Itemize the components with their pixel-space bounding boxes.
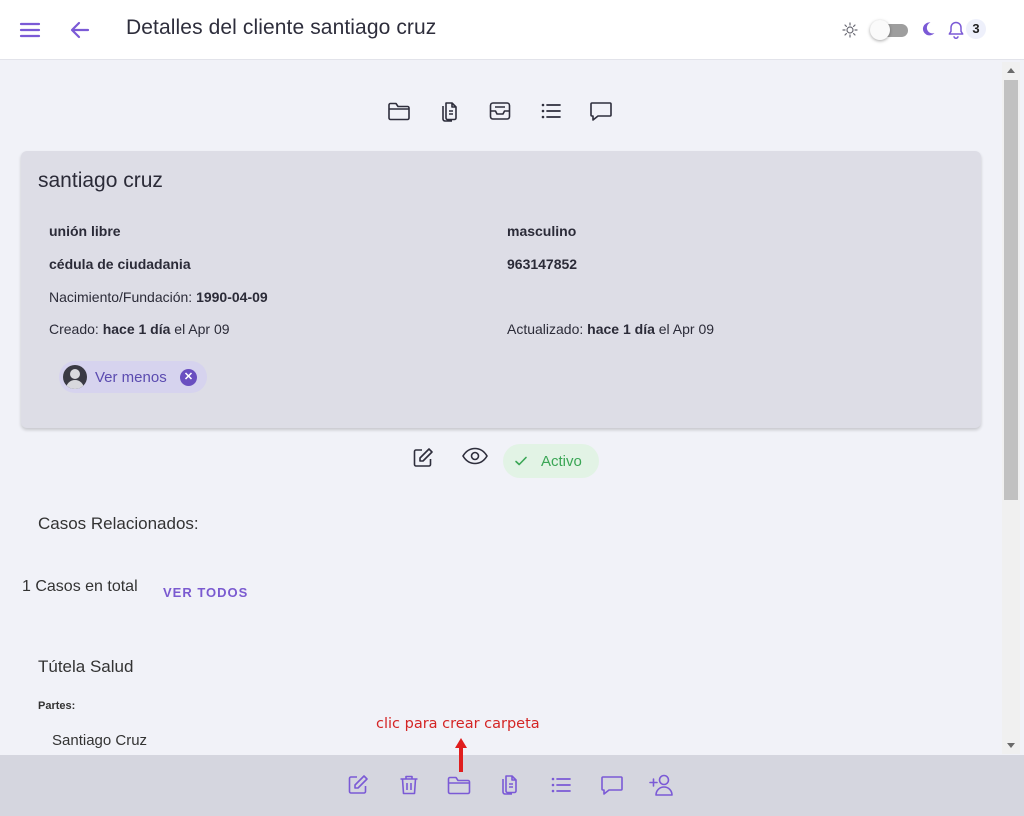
comment-icon[interactable] bbox=[600, 773, 624, 797]
scroll-down-arrow-icon[interactable] bbox=[1007, 743, 1015, 748]
list-icon[interactable] bbox=[538, 98, 564, 124]
sun-icon bbox=[842, 22, 858, 38]
documents-icon[interactable] bbox=[437, 98, 463, 124]
bottom-action-bar bbox=[0, 755, 1024, 816]
notifications-button[interactable]: 3 bbox=[944, 16, 988, 44]
birth-label: Nacimiento/Fundación: bbox=[49, 289, 193, 305]
annotation-text: clic para crear carpeta bbox=[376, 716, 540, 732]
annotation-arrow-icon bbox=[452, 736, 470, 774]
top-app-bar: Detalles del cliente santiago cruz 3 bbox=[0, 0, 1024, 60]
created-date: el Apr 09 bbox=[174, 321, 230, 337]
check-icon bbox=[514, 454, 528, 468]
dark-mode-toggle[interactable] bbox=[870, 20, 910, 40]
updated-row: Actualizado: hace 1 día el Apr 09 bbox=[507, 321, 714, 337]
client-details-card: santiago cruz unión libre masculino cédu… bbox=[21, 151, 981, 428]
close-icon[interactable]: ✕ bbox=[180, 369, 197, 386]
comment-icon[interactable] bbox=[588, 98, 614, 124]
ver-menos-chip[interactable]: Ver menos ✕ bbox=[59, 361, 207, 393]
birth-date-row: Nacimiento/Fundación: 1990-04-09 bbox=[49, 289, 268, 305]
folder-icon[interactable] bbox=[386, 98, 412, 124]
client-name: santiago cruz bbox=[38, 169, 163, 192]
party-name: Santiago Cruz bbox=[52, 732, 148, 749]
moon-icon bbox=[920, 21, 936, 37]
created-relative: hace 1 día bbox=[102, 321, 171, 337]
avatar bbox=[63, 365, 87, 389]
inbox-icon[interactable] bbox=[487, 98, 513, 124]
vertical-scrollbar[interactable] bbox=[1002, 62, 1020, 754]
status-label: Activo bbox=[541, 453, 582, 470]
chip-label: Ver menos bbox=[95, 369, 167, 386]
trash-icon[interactable] bbox=[397, 773, 421, 797]
documents-icon[interactable] bbox=[498, 772, 522, 798]
parties-label: Partes: bbox=[38, 700, 76, 712]
hamburger-menu-icon[interactable] bbox=[18, 18, 42, 42]
updated-date: el Apr 09 bbox=[658, 321, 715, 337]
notification-count-badge: 3 bbox=[966, 19, 986, 39]
updated-relative: hace 1 día bbox=[587, 321, 655, 337]
bell-icon bbox=[946, 20, 966, 40]
birth-date: 1990-04-09 bbox=[196, 289, 268, 305]
list-icon[interactable] bbox=[549, 773, 573, 797]
add-user-icon[interactable] bbox=[649, 772, 677, 798]
edit-icon[interactable] bbox=[346, 773, 370, 797]
updated-label: Actualizado: bbox=[507, 321, 584, 337]
folder-icon[interactable] bbox=[446, 773, 472, 797]
view-all-button[interactable]: VER TODOS bbox=[163, 585, 248, 600]
related-cases-heading: Casos Relacionados: bbox=[38, 514, 199, 533]
edit-icon[interactable] bbox=[411, 446, 435, 470]
eye-icon[interactable] bbox=[461, 444, 489, 468]
page-title: Detalles del cliente santiago cruz bbox=[126, 16, 437, 39]
cases-total: 1 Casos en total bbox=[22, 578, 138, 595]
civil-status: unión libre bbox=[49, 223, 121, 239]
gender: masculino bbox=[507, 223, 577, 239]
scroll-up-arrow-icon[interactable] bbox=[1007, 68, 1015, 73]
case-title[interactable]: Tútela Salud bbox=[38, 657, 133, 677]
created-label: Creado: bbox=[49, 321, 99, 337]
top-action-icons bbox=[386, 98, 618, 126]
id-type: cédula de ciudadania bbox=[49, 256, 191, 272]
status-badge: Activo bbox=[503, 444, 599, 478]
id-number: 963147852 bbox=[507, 256, 578, 272]
scrollbar-thumb[interactable] bbox=[1004, 80, 1018, 500]
toggle-knob bbox=[870, 20, 890, 40]
created-row: Creado: hace 1 día el Apr 09 bbox=[49, 321, 230, 337]
back-arrow-icon[interactable] bbox=[68, 18, 92, 42]
